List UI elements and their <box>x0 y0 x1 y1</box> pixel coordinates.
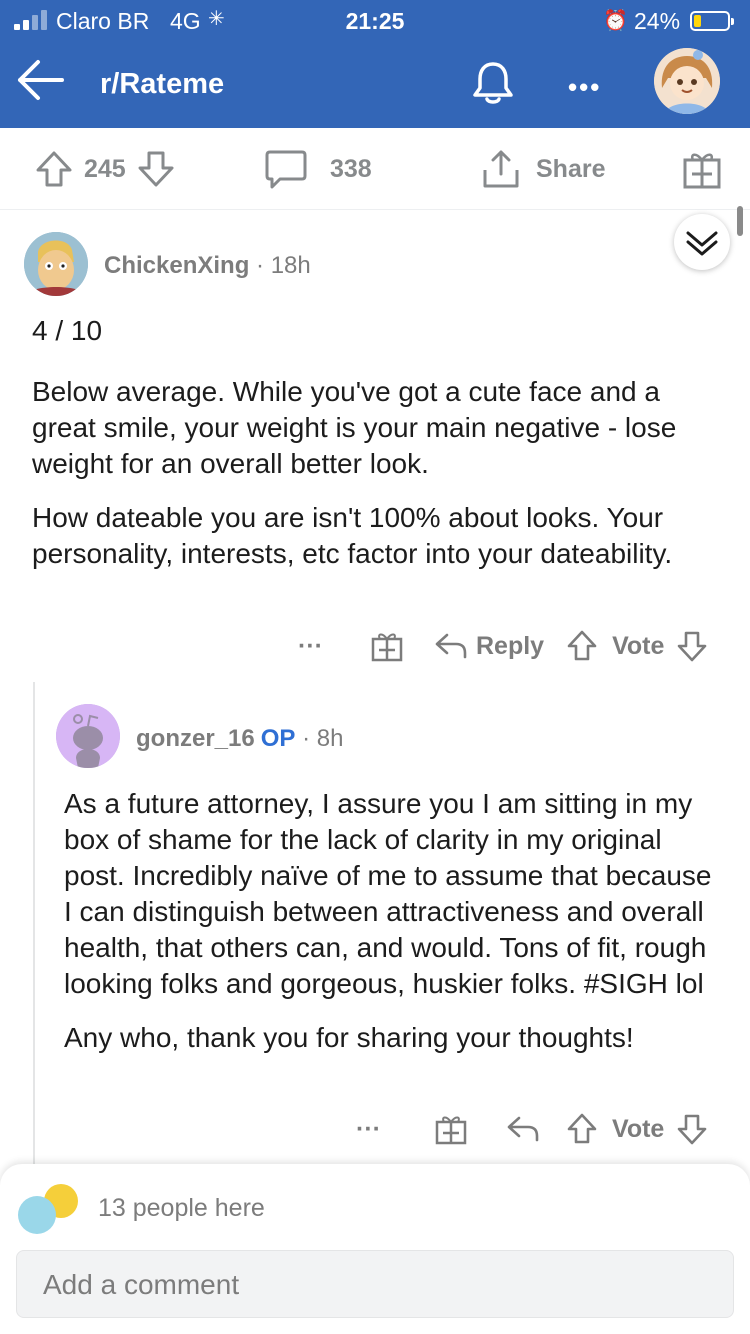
viewer-avatar <box>18 1196 56 1234</box>
gift-icon[interactable] <box>370 629 404 663</box>
carrier-name: Claro BR <box>56 8 150 34</box>
comment-meta: gonzer_16 OP · 8h <box>136 725 344 752</box>
comment-actions: ··· Reply Vote <box>298 624 728 668</box>
comment-paragraph: Below average. While you've got a cute f… <box>32 376 677 479</box>
share-button[interactable]: Share <box>480 128 615 210</box>
rating-text: 4 / 10 <box>32 315 103 346</box>
clock: 21:25 <box>345 8 405 34</box>
comment-time: 18h <box>270 252 311 279</box>
battery-icon <box>690 11 734 31</box>
top-bar: Claro BR 4G ✳ 21:25 ⏰ 24% r/Rateme ••• <box>0 0 750 128</box>
comment-author[interactable]: gonzer_16 <box>136 725 255 752</box>
upvote-arrow-icon[interactable] <box>566 629 598 663</box>
bell-icon <box>473 62 513 104</box>
upvote-arrow-icon[interactable] <box>566 1112 598 1146</box>
back-button[interactable] <box>14 56 66 104</box>
comment-count: 338 <box>330 154 372 183</box>
reply-label: Reply <box>476 631 545 660</box>
battery-percent: 24% <box>634 8 681 34</box>
comments-button[interactable]: 338 <box>264 128 382 210</box>
notifications-button[interactable] <box>468 58 518 108</box>
status-bar: Claro BR 4G ✳ 21:25 ⏰ 24% <box>0 0 750 44</box>
gift-icon[interactable] <box>434 1112 468 1146</box>
comment-paragraph: As a future attorney, I assure you I am … <box>64 788 712 999</box>
network-type: 4G <box>170 8 201 34</box>
share-label: Share <box>536 154 606 183</box>
vote-label: Vote <box>612 631 665 660</box>
comment-actions: ··· Vote <box>356 1107 726 1151</box>
comment-placeholder: Add a comment <box>43 1269 240 1300</box>
user-avatar[interactable] <box>654 48 720 114</box>
scrollbar[interactable] <box>737 206 743 236</box>
share-icon <box>483 150 519 188</box>
bottom-comment-bar: 13 people here Add a comment <box>0 1164 750 1334</box>
comment-paragraph: How dateable you are isn't 100% about lo… <box>32 502 673 569</box>
commenter-avatar[interactable] <box>56 704 120 768</box>
more-options-button[interactable]: ··· <box>298 632 354 661</box>
subreddit-title[interactable]: r/Rateme <box>100 68 224 101</box>
avatar-cartoon-icon <box>654 48 720 114</box>
collapse-thread-button[interactable] <box>674 214 730 270</box>
more-options-button[interactable]: ··· <box>356 1115 412 1144</box>
post-action-bar: 245 338 Share <box>0 128 750 210</box>
commenter-avatar[interactable] <box>24 232 88 296</box>
comment-body: As a future attorney, I assure you I am … <box>64 786 720 1074</box>
add-comment-input[interactable]: Add a comment <box>16 1250 734 1318</box>
thread-line[interactable] <box>33 682 35 1164</box>
op-badge: OP <box>260 725 296 752</box>
comment-time: 8h <box>316 725 344 752</box>
comment-paragraph: Any who, thank you for sharing your thou… <box>64 1022 634 1053</box>
people-here-count: 13 people here <box>98 1194 265 1222</box>
back-arrow-icon <box>18 60 64 100</box>
downvote-arrow-icon[interactable] <box>676 1112 708 1146</box>
snoo-avatar-icon <box>56 704 120 768</box>
activity-icon: ✳ <box>208 8 225 30</box>
comment-bubble-icon <box>265 150 307 189</box>
more-options-button[interactable]: ••• <box>568 72 601 103</box>
reply-button[interactable]: Reply <box>434 631 544 661</box>
cartoon-avatar-icon <box>24 232 88 296</box>
signal-icon <box>14 10 50 30</box>
upvote-group: 245 <box>34 128 176 210</box>
comment-meta: ChickenXing · 18h <box>104 252 311 279</box>
double-chevron-down-icon <box>686 231 718 256</box>
reply-arrow-icon <box>435 633 467 659</box>
vote-label: Vote <box>612 1114 665 1143</box>
reply-arrow-icon[interactable] <box>506 1114 540 1144</box>
award-button[interactable] <box>682 128 722 210</box>
downvote-arrow-icon[interactable] <box>136 149 176 189</box>
upvote-arrow-icon[interactable] <box>34 149 74 189</box>
comment-body: Below average. While you've got a cute f… <box>32 374 712 590</box>
downvote-arrow-icon[interactable] <box>676 629 708 663</box>
upvote-count: 245 <box>84 154 126 183</box>
gift-icon <box>683 153 721 189</box>
comment-author[interactable]: ChickenXing <box>104 252 249 279</box>
alarm-icon: ⏰ <box>603 10 628 32</box>
